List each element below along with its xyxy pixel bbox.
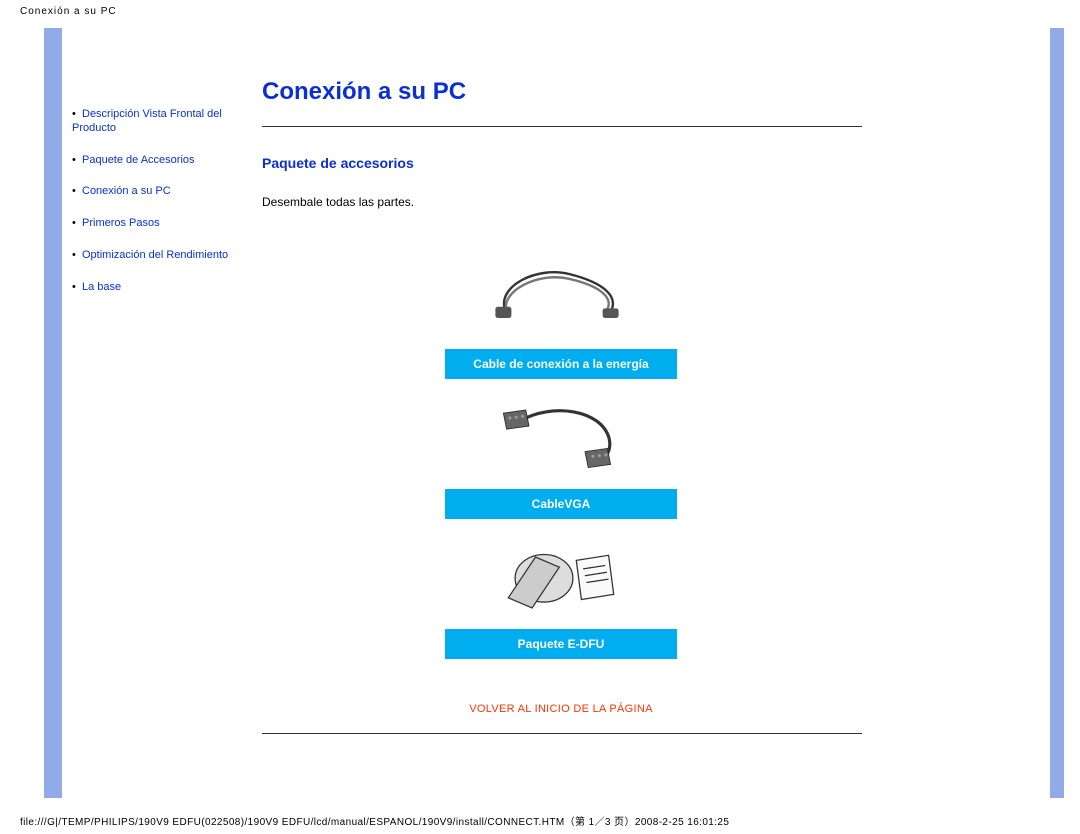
divider-bottom (262, 733, 862, 734)
accessory-caption: Cable de conexión a la energía (445, 349, 677, 379)
left-stripe (44, 28, 62, 798)
section-heading: Paquete de accesorios (262, 155, 860, 171)
bullet-icon: • (72, 108, 82, 122)
nav-link[interactable]: Primeros Pasos (82, 217, 160, 229)
bullet-icon: • (72, 281, 82, 295)
bullet-icon: • (72, 185, 82, 199)
main-content: Conexión a su PC Paquete de accesorios D… (254, 28, 876, 798)
divider-top (262, 126, 862, 127)
nav-link[interactable]: Conexión a su PC (82, 185, 171, 197)
edfu-pack-icon (445, 519, 677, 629)
sidebar-item-optimizacion[interactable]: •Optimización del Rendimiento (72, 249, 248, 263)
nav-link[interactable]: Descripción Vista Frontal del Producto (72, 108, 222, 134)
page-title: Conexión a su PC (262, 78, 860, 106)
right-stripe (1050, 28, 1064, 798)
sidebar-item-conexion-pc[interactable]: •Conexión a su PC (72, 185, 248, 199)
instruction-text: Desembale todas las partes. (262, 195, 860, 209)
sidebar-item-desc-frontal[interactable]: •Descripción Vista Frontal del Producto (72, 108, 248, 136)
right-gutter (876, 28, 1040, 798)
accessory-caption: Paquete E-DFU (445, 629, 677, 659)
accessory-edfu-pack: Paquete E-DFU (445, 519, 677, 659)
window-title: Conexión a su PC (20, 6, 117, 17)
vga-cable-icon (445, 379, 677, 489)
accessory-power-cable: Cable de conexión a la energía (445, 239, 677, 379)
sidebar-item-la-base[interactable]: •La base (72, 281, 248, 295)
back-to-top-link[interactable]: VOLVER AL INICIO DE LA PÁGINA (469, 703, 653, 715)
footer-file-path: file:///G|/TEMP/PHILIPS/190V9 EDFU(02250… (20, 813, 729, 828)
layout-frame: •Descripción Vista Frontal del Producto … (44, 28, 1064, 798)
bullet-icon: • (72, 154, 82, 168)
right-gap (1040, 28, 1050, 798)
back-to-top: VOLVER AL INICIO DE LA PÁGINA (262, 703, 860, 715)
bullet-icon: • (72, 217, 82, 231)
nav-link[interactable]: La base (82, 281, 121, 293)
sidebar-nav: •Descripción Vista Frontal del Producto … (62, 28, 254, 798)
nav-link[interactable]: Optimización del Rendimiento (82, 249, 228, 261)
sidebar-item-paquete-accesorios[interactable]: •Paquete de Accesorios (72, 154, 248, 168)
accessory-vga-cable: CableVGA (445, 379, 677, 519)
page-root: Conexión a su PC •Descripción Vista Fron… (0, 0, 1080, 834)
accessory-caption: CableVGA (445, 489, 677, 519)
bullet-icon: • (72, 249, 82, 263)
sidebar-item-primeros-pasos[interactable]: •Primeros Pasos (72, 217, 248, 231)
nav-link[interactable]: Paquete de Accesorios (82, 154, 195, 166)
power-cable-icon (445, 239, 677, 349)
